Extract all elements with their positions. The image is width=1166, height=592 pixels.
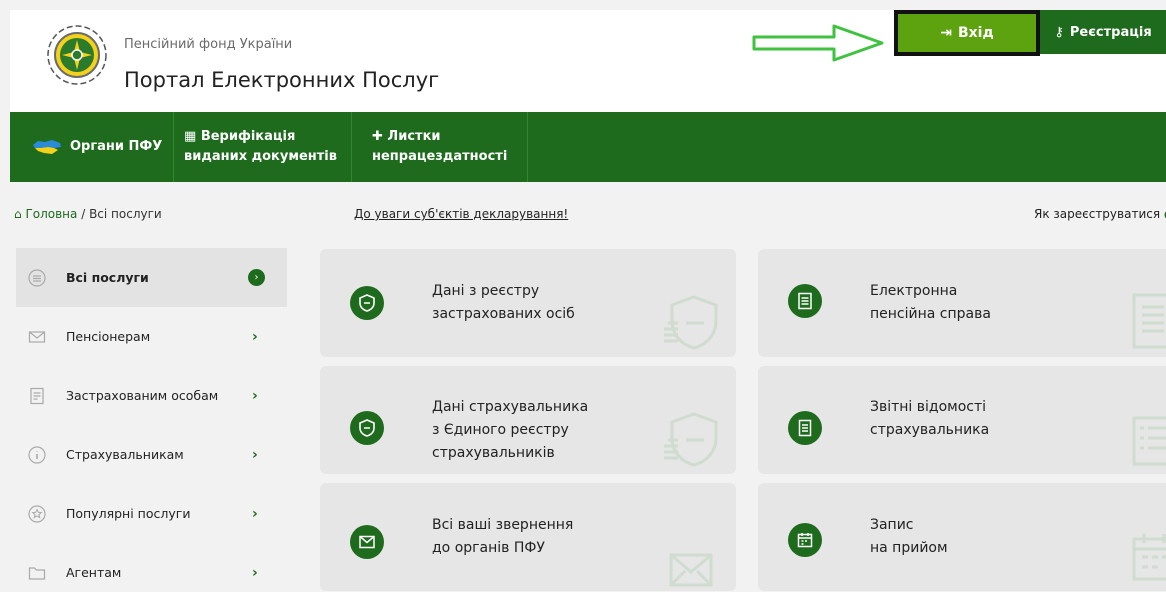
login-button[interactable]: ⇥ Вхід <box>894 10 1040 56</box>
breadcrumb-home-link[interactable]: ⌂ Головна <box>14 207 77 221</box>
chevron-right-icon: › <box>252 328 258 345</box>
card-title-line: страхувальника <box>870 422 990 438</box>
sidebar-item-label: Застрахованим особам <box>66 388 219 403</box>
key-icon: ⚷ <box>1054 24 1064 40</box>
nav-item-label: Листки <box>387 129 441 144</box>
list-icon <box>28 268 46 287</box>
service-card-appeals[interactable]: Всі ваші звернення до органів ПФУ <box>320 483 736 591</box>
service-card-insurer-registry[interactable]: Дані страхувальника з Єдиного реєстру ст… <box>320 366 736 474</box>
main-nav: Органи ПФУ ▦ Верифікація виданих докумен… <box>10 112 1166 182</box>
report-watermark-icon <box>1132 416 1166 466</box>
service-card-insurer-reports[interactable]: Звітні відомості страхувальника <box>758 366 1166 474</box>
ukraine-map-icon <box>33 140 61 154</box>
card-title-line: з Єдиного реєстру <box>432 422 569 438</box>
shield-watermark-icon <box>664 295 718 350</box>
calendar-watermark-icon <box>1132 534 1166 581</box>
arrow-right-icon <box>752 24 884 62</box>
breadcrumb-current: Всі послуги <box>89 207 162 221</box>
card-title-line: на прийом <box>870 540 948 556</box>
document-icon <box>788 284 822 318</box>
sidebar-item-label: Пенсіонерам <box>66 329 151 344</box>
sidebar-item-agents[interactable]: Агентам › <box>16 543 287 592</box>
nav-item-label: Верифікація <box>200 129 296 144</box>
card-title-line: страхувальників <box>432 445 555 461</box>
nav-item-label: непрацездатності <box>372 149 508 164</box>
sidebar-item-label: Популярні послуги <box>66 506 191 521</box>
envelope-icon <box>28 330 46 343</box>
service-card-insured-registry[interactable]: Дані з реєстру застрахованих осіб <box>320 249 736 357</box>
chevron-right-icon: › <box>248 269 265 286</box>
header: Пенсійний фонд України Портал Електронни… <box>10 10 1166 112</box>
shield-icon <box>350 411 384 445</box>
card-title-line: Електронна <box>870 283 958 299</box>
document-watermark-icon <box>1132 293 1166 349</box>
card-title-line: Звітні відомості <box>870 399 987 415</box>
how-to-register-link[interactable]: Як зареєструватися ● <box>1034 207 1166 221</box>
card-title-line: Запис <box>870 517 914 533</box>
nav-item-pfu-bodies[interactable]: Органи ПФУ <box>10 112 174 182</box>
org-name: Пенсійний фонд України <box>124 37 293 52</box>
sidebar-item-insurers[interactable]: Страхувальникам › <box>16 425 287 484</box>
card-title-line: застрахованих осіб <box>432 306 575 322</box>
report-icon <box>788 411 822 445</box>
card-title-line: Дані з реєстру <box>432 283 540 299</box>
nav-item-label: виданих документів <box>184 149 337 164</box>
card-title-line: Всі ваші звернення <box>432 517 574 533</box>
chevron-right-icon: › <box>252 564 258 581</box>
sidebar-item-all-services[interactable]: Всі послуги › <box>16 248 287 307</box>
shield-watermark-icon <box>664 412 718 467</box>
shield-icon <box>350 286 384 320</box>
chevron-right-icon: › <box>252 505 258 522</box>
pfu-logo-icon[interactable] <box>46 24 108 86</box>
envelope-watermark-icon <box>669 553 713 587</box>
nav-item-label: Органи ПФУ <box>70 139 163 154</box>
folder-icon <box>28 566 46 580</box>
card-title-line: пенсійна справа <box>870 306 991 322</box>
sidebar-item-insured-persons[interactable]: Застрахованим особам › <box>16 366 287 425</box>
star-icon <box>28 504 46 523</box>
sign-in-icon: ⇥ <box>940 25 952 41</box>
declarants-notice-link[interactable]: До уваги суб'єктів декларування! <box>354 207 568 221</box>
sidebar-item-label: Страхувальникам <box>66 447 184 462</box>
service-card-appointment[interactable]: Запис на прийом <box>758 483 1166 591</box>
sidebar-item-popular-services[interactable]: Популярні послуги › <box>16 484 287 543</box>
card-title-line: до органів ПФУ <box>432 540 545 556</box>
info-icon <box>28 445 46 464</box>
sidebar-item-pensioners[interactable]: Пенсіонерам › <box>16 307 287 366</box>
breadcrumb: ⌂ Головна / Всі послуги <box>14 207 162 221</box>
home-icon: ⌂ <box>14 207 26 221</box>
register-button-label: Реєстрація <box>1069 24 1152 40</box>
sidebar: Всі послуги › Пенсіонерам › Застраховани… <box>16 248 287 592</box>
sidebar-item-label: Агентам <box>66 565 122 580</box>
nav-item-sick-leave[interactable]: ✚ Листки непрацездатності <box>352 112 528 182</box>
document-icon <box>30 387 44 404</box>
login-button-label: Вхід <box>957 25 994 41</box>
portal-title: Портал Електронних Послуг <box>124 68 440 92</box>
sidebar-item-label: Всі послуги <box>66 270 149 285</box>
calendar-icon <box>788 523 822 557</box>
chevron-right-icon: › <box>252 387 258 404</box>
nav-item-verification[interactable]: ▦ Верифікація виданих документів <box>174 112 352 182</box>
chevron-right-icon: › <box>252 446 258 463</box>
service-card-pension-file[interactable]: Електронна пенсійна справа <box>758 249 1166 357</box>
qr-code-icon: ▦ <box>184 129 201 144</box>
card-title-line: Дані страхувальника <box>432 399 589 415</box>
first-aid-icon: ✚ <box>372 129 388 144</box>
register-button[interactable]: ⚷ Реєстрація <box>1040 10 1166 54</box>
envelope-icon <box>350 525 384 559</box>
